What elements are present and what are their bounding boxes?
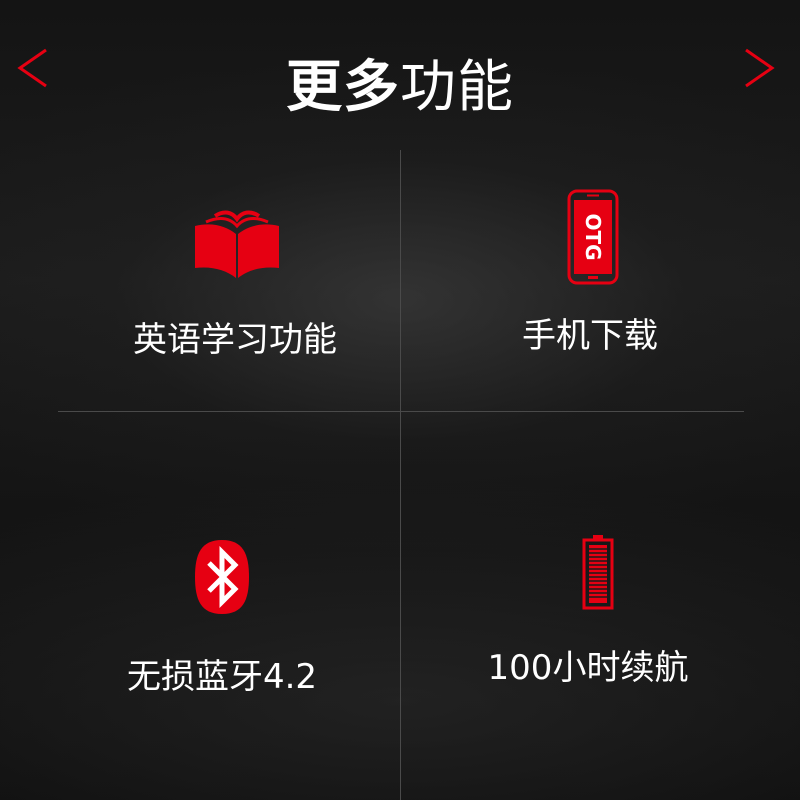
- feature-label: 手机下载: [522, 316, 658, 356]
- page-title: 更多功能: [0, 52, 800, 124]
- vertical-divider: [400, 150, 401, 800]
- bluetooth-icon: [195, 540, 249, 614]
- otg-phone-icon: OTG: [567, 189, 619, 285]
- feature-label: 英语学习功能: [133, 320, 337, 360]
- feature-label: 100小时续航: [487, 648, 689, 688]
- battery-icon: [582, 535, 614, 610]
- book-icon: [195, 210, 279, 278]
- feature-panel: 更多功能 英语学习功能 OTG 手机下载 无损蓝牙4.2 100小时续航: [0, 0, 800, 800]
- feature-label: 无损蓝牙4.2: [126, 657, 318, 697]
- horizontal-divider: [58, 411, 744, 412]
- page-title-bold: 更多: [286, 55, 400, 120]
- otg-text: OTG: [581, 213, 605, 260]
- page-title-light: 功能: [400, 55, 514, 120]
